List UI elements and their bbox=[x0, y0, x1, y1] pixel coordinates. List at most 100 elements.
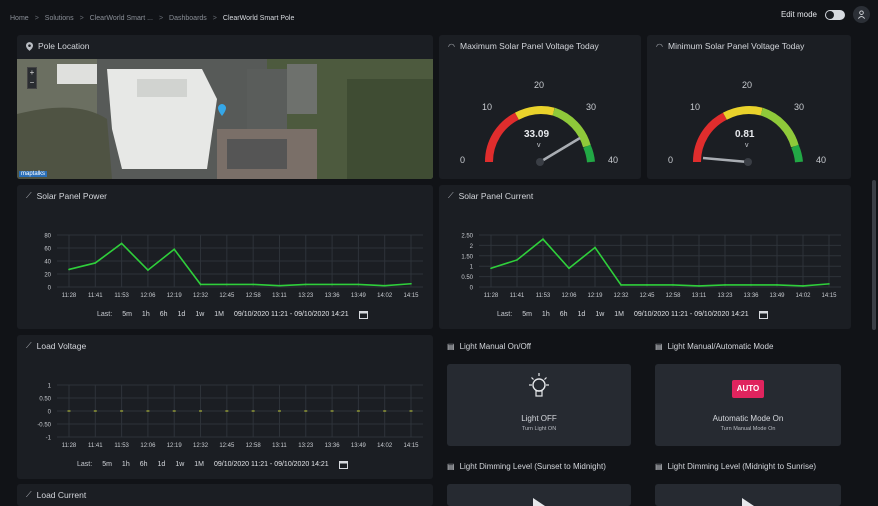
data-point bbox=[802, 285, 804, 287]
range-option-1M[interactable]: 1M bbox=[614, 311, 624, 318]
range-dates[interactable]: 09/10/2020 11:21 - 09/10/2020 14:21 bbox=[234, 311, 349, 318]
range-option-1h[interactable]: 1h bbox=[542, 311, 550, 318]
range-option-1d[interactable]: 1d bbox=[578, 311, 586, 318]
range-option-6h[interactable]: 6h bbox=[140, 461, 148, 468]
y-tick-label: 60 bbox=[44, 247, 51, 253]
range-option-1d[interactable]: 1d bbox=[158, 461, 166, 468]
dimming-midnight-card[interactable] bbox=[655, 484, 841, 506]
x-tick-label: 12:19 bbox=[167, 443, 183, 449]
data-point bbox=[383, 284, 386, 287]
breadcrumb-solutions[interactable]: Solutions bbox=[45, 15, 74, 22]
range-dates[interactable]: 09/10/2020 11:21 - 09/10/2020 14:21 bbox=[634, 311, 749, 318]
calendar-icon[interactable] bbox=[758, 310, 768, 319]
solar-power-chart: 80 60 40 20 0 11:28 11:41 11:53 12:06 12:19 12:32 1… bbox=[44, 234, 423, 299]
solar-power-title-text: Solar Panel Power bbox=[36, 191, 108, 201]
light-mode-title: ▤ Light Manual/Automatic Mode bbox=[655, 342, 773, 351]
gauge-needle bbox=[539, 136, 581, 164]
breadcrumb-solution[interactable]: ClearWorld Smart ... bbox=[90, 15, 153, 22]
x-tick-label: 11:41 bbox=[510, 293, 525, 299]
x-tick-label: 12:58 bbox=[665, 293, 681, 299]
range-option-1d[interactable]: 1d bbox=[178, 311, 186, 318]
light-bulb-icon bbox=[529, 373, 549, 397]
user-button[interactable] bbox=[853, 6, 870, 23]
range-option-6h[interactable]: 6h bbox=[160, 311, 168, 318]
x-tick-label: 14:15 bbox=[403, 293, 419, 299]
turn-manual-mode-on-action[interactable]: Turn Manual Mode On bbox=[655, 426, 841, 432]
x-tick-label: 12:45 bbox=[219, 443, 235, 449]
y-tick-label: 1 bbox=[470, 265, 474, 271]
max-voltage-gauge: 0 10 20 30 40 33.09 v bbox=[460, 80, 618, 166]
page-scrollbar[interactable] bbox=[872, 180, 876, 330]
max-voltage-panel: ◠ Maximum Solar Panel Voltage Today 0 10… bbox=[439, 35, 641, 179]
x-tick-label: 14:02 bbox=[377, 443, 393, 449]
range-option-1M[interactable]: 1M bbox=[214, 311, 224, 318]
series-line bbox=[68, 242, 412, 287]
x-tick-label: 12:19 bbox=[167, 293, 183, 299]
light-manual-title: ▤ Light Manual On/Off bbox=[447, 342, 531, 351]
calendar-icon[interactable] bbox=[358, 310, 368, 319]
top-bar: Home > Solutions > ClearWorld Smart ... > D… bbox=[10, 4, 870, 32]
range-option-5m[interactable]: 5m bbox=[522, 311, 532, 318]
dimming-sunset-title: ▤ Light Dimming Level (Sunset to Midnigh… bbox=[447, 462, 606, 471]
range-option-1h[interactable]: 1h bbox=[142, 311, 150, 318]
breadcrumb-separator: > bbox=[212, 14, 217, 22]
x-tick-label: 14:02 bbox=[377, 293, 393, 299]
data-point bbox=[568, 267, 570, 270]
data-point bbox=[646, 284, 648, 286]
line-chart-icon: ⟋ bbox=[26, 490, 32, 499]
range-option-1M[interactable]: 1M bbox=[194, 461, 204, 468]
zoom-out-button[interactable]: − bbox=[28, 78, 36, 88]
range-option-6h[interactable]: 6h bbox=[560, 311, 568, 318]
y-tick-label: 80 bbox=[44, 234, 51, 240]
map-view[interactable]: + − maptalks bbox=[17, 59, 433, 179]
mode-status: Automatic Mode On bbox=[712, 414, 784, 423]
range-option-5m[interactable]: 5m bbox=[102, 461, 112, 468]
range-option-1w[interactable]: 1w bbox=[175, 461, 184, 468]
data-point bbox=[331, 283, 333, 286]
x-tick-label: 12:06 bbox=[561, 293, 577, 299]
x-tick-label: 13:11 bbox=[272, 443, 287, 449]
table-icon: ▤ bbox=[655, 342, 663, 351]
breadcrumb-dashboards[interactable]: Dashboards bbox=[169, 15, 207, 22]
range-option-1w[interactable]: 1w bbox=[595, 311, 604, 318]
data-point bbox=[94, 262, 97, 264]
map-attribution-logo[interactable]: maptalks bbox=[19, 171, 48, 177]
y-tick-label: 20 bbox=[44, 273, 51, 279]
dimming-sunset-card[interactable] bbox=[447, 484, 631, 506]
data-point bbox=[542, 238, 544, 240]
min-voltage-gauge: 0 10 20 30 40 0.81 v bbox=[668, 80, 826, 166]
light-toggle-card[interactable]: Light OFF Turn Light ON bbox=[447, 364, 631, 446]
range-dates[interactable]: 09/10/2020 11:21 - 09/10/2020 14:21 bbox=[214, 461, 329, 468]
data-point bbox=[357, 283, 360, 286]
light-manual-title-text: Light Manual On/Off bbox=[459, 342, 532, 351]
x-tick-label: 11:53 bbox=[114, 293, 129, 299]
dimming-midnight-title-text: Light Dimming Level (Midnight to Sunrise… bbox=[667, 462, 817, 471]
dimming-midnight-title: ▤ Light Dimming Level (Midnight to Sunri… bbox=[655, 462, 816, 471]
gauge-tick-10: 10 bbox=[482, 102, 492, 112]
zoom-in-button[interactable]: + bbox=[28, 68, 36, 78]
data-point bbox=[410, 282, 412, 285]
line-chart-icon: ⟋ bbox=[26, 191, 32, 200]
light-mode-card[interactable]: AUTO Automatic Mode On Turn Manual Mode … bbox=[655, 364, 841, 446]
x-tick-label: 11:28 bbox=[484, 293, 499, 299]
breadcrumb-separator: > bbox=[158, 14, 164, 22]
range-last-label: Last: bbox=[497, 311, 513, 318]
range-option-5m[interactable]: 5m bbox=[122, 311, 132, 318]
turn-light-on-action[interactable]: Turn Light ON bbox=[447, 426, 631, 432]
min-voltage-panel: ◠ Minimum Solar Panel Voltage Today 0 10… bbox=[647, 35, 851, 179]
x-tick-label: 13:49 bbox=[351, 293, 367, 299]
range-option-1h[interactable]: 1h bbox=[122, 461, 130, 468]
table-icon: ▤ bbox=[447, 342, 455, 351]
range-option-1w[interactable]: 1w bbox=[195, 311, 204, 318]
breadcrumb-home[interactable]: Home bbox=[10, 15, 29, 22]
y-tick-label: 1 bbox=[48, 384, 52, 390]
edit-mode-toggle[interactable] bbox=[825, 9, 845, 20]
solar-power-panel: ⟋ Solar Panel Power 80 60 40 20 0 11:28 11:41 1… bbox=[17, 185, 433, 329]
gauge-tick-40: 40 bbox=[816, 155, 826, 165]
data-point bbox=[199, 283, 202, 286]
y-tick-label: 0 bbox=[48, 410, 52, 416]
time-range-bar: Last: 5m 1h 6h 1d 1w 1M 09/10/2020 11:21 - 09/1… bbox=[77, 460, 348, 469]
calendar-icon[interactable] bbox=[338, 460, 348, 469]
data-point bbox=[698, 285, 700, 287]
pole-location-panel: Pole Location + − maptalks bbox=[17, 35, 433, 179]
